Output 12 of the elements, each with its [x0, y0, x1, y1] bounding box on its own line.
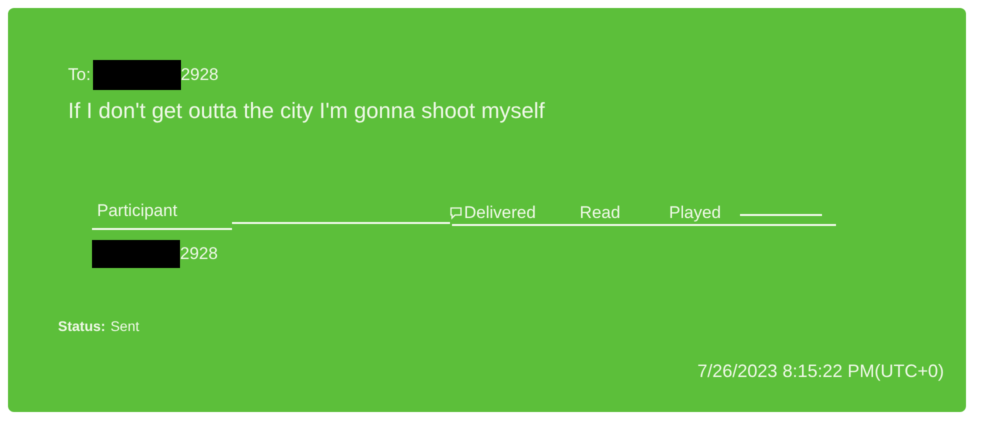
timestamp: 7/26/2023 8:15:22 PM(UTC+0) [697, 360, 944, 383]
column-header: Played [668, 202, 722, 224]
table-cell-text: 2928 [180, 243, 218, 266]
status-value: Sent [110, 317, 140, 336]
recipient-number: 2928 [180, 64, 219, 86]
status-label: Status: [58, 317, 106, 336]
to-label: To: [68, 64, 91, 86]
message-text: If I don't get outta the city I'm gonna shoot myself [68, 97, 545, 125]
column-header: Read [578, 202, 622, 224]
column-header: Participant [92, 198, 232, 230]
column-header: Delivered [464, 202, 536, 224]
chat-icon [450, 206, 464, 220]
